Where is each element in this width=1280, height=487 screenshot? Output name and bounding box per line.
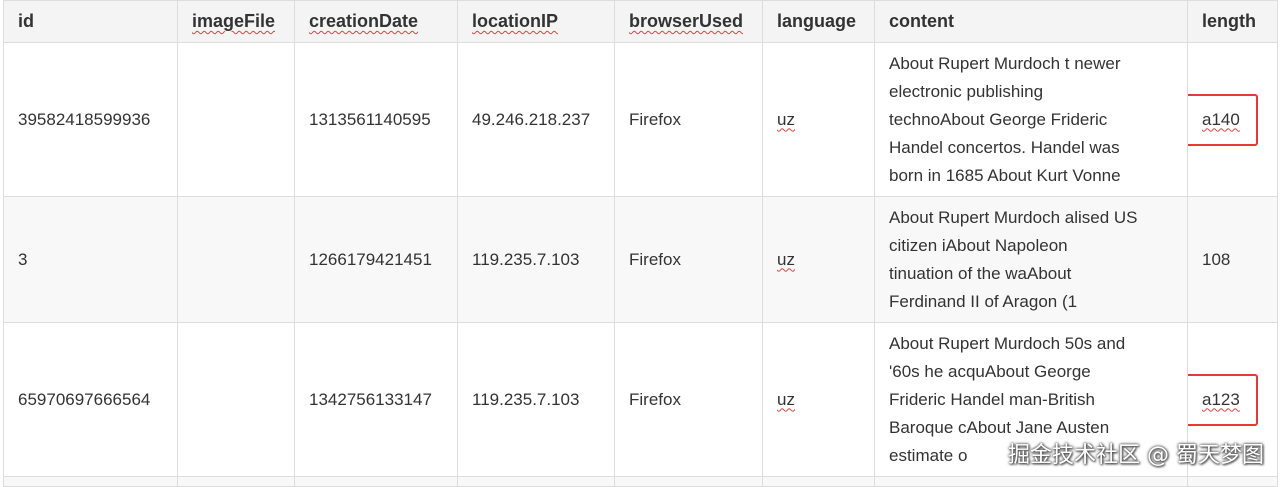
cell-locationIP: 119.235.7.103 [457,196,615,323]
cell-language: uz [762,42,875,197]
cell-language: uz [762,322,875,477]
header-id[interactable]: id [3,0,178,43]
cell-creationDate: 1313561140595 [294,42,458,197]
header-language[interactable]: language [762,0,875,43]
table-row[interactable]: 39582418599936 1313561140595 49.246.218.… [3,42,1278,197]
cell-creationDate: 1266179421451 [294,196,458,323]
cell-id: 65970697666564 [3,322,178,477]
content-line: About Rupert Murdoch 50s and [889,333,1126,353]
cell-creationDate: 1342756133147 [294,322,458,477]
content-line: Ferdinand II of Aragon (1 [889,291,1078,311]
content-line: tinuation of the waAbout [889,263,1072,283]
empty-cell [762,476,875,487]
content-line: About Rupert Murdoch t newer [889,53,1121,73]
watermark: 掘金技术社区 @ 蜀天梦图 [1008,443,1264,468]
empty-cell [3,476,178,487]
content-line: born in 1685 About Kurt Vonne [889,165,1121,185]
content-line: electronic publishing [889,81,1044,101]
empty-cell [457,476,615,487]
cell-browserUsed: Firefox [614,322,763,477]
cell-length: a140 [1187,42,1278,197]
cell-language: uz [762,196,875,323]
content-line: About Rupert Murdoch alised US [889,207,1138,227]
empty-cell [294,476,458,487]
cell-id: 39582418599936 [3,42,178,197]
length-highlight-box: a123 [1188,373,1258,426]
header-row: id imageFile creationDate locationIP bro… [3,0,1278,43]
header-browserUsed[interactable]: browserUsed [614,0,763,43]
cell-locationIP: 119.235.7.103 [457,322,615,477]
data-table: id imageFile creationDate locationIP bro… [3,0,1278,487]
cell-content: About Rupert Murdoch t newer electronic … [874,42,1188,197]
table-row [3,476,1278,487]
length-highlight-box: a140 [1188,93,1258,146]
table-row[interactable]: 3 1266179421451 119.235.7.103 Firefox uz… [3,196,1278,323]
header-imageFile[interactable]: imageFile [177,0,295,43]
header-content[interactable]: content [874,0,1188,43]
cell-id: 3 [3,196,178,323]
cell-locationIP: 49.246.218.237 [457,42,615,197]
content-line: '60s he acquAbout George [889,361,1091,381]
cell-browserUsed: Firefox [614,196,763,323]
content-line: technoAbout George Frideric [889,109,1108,129]
content-line: citizen iAbout Napoleon [889,235,1068,255]
header-creationDate[interactable]: creationDate [294,0,458,43]
content-line: Frideric Handel man-British [889,389,1095,409]
cell-imageFile [177,196,295,323]
cell-length: 108 [1187,196,1278,323]
empty-cell [874,476,1188,487]
header-locationIP[interactable]: locationIP [457,0,615,43]
cell-browserUsed: Firefox [614,42,763,197]
cell-imageFile [177,42,295,197]
empty-cell [614,476,763,487]
cell-imageFile [177,322,295,477]
empty-cell [1187,476,1278,487]
header-length[interactable]: length [1187,0,1278,43]
cell-content: About Rupert Murdoch alised US citizen i… [874,196,1188,323]
empty-cell [177,476,295,487]
content-line: Handel concertos. Handel was [889,137,1120,157]
